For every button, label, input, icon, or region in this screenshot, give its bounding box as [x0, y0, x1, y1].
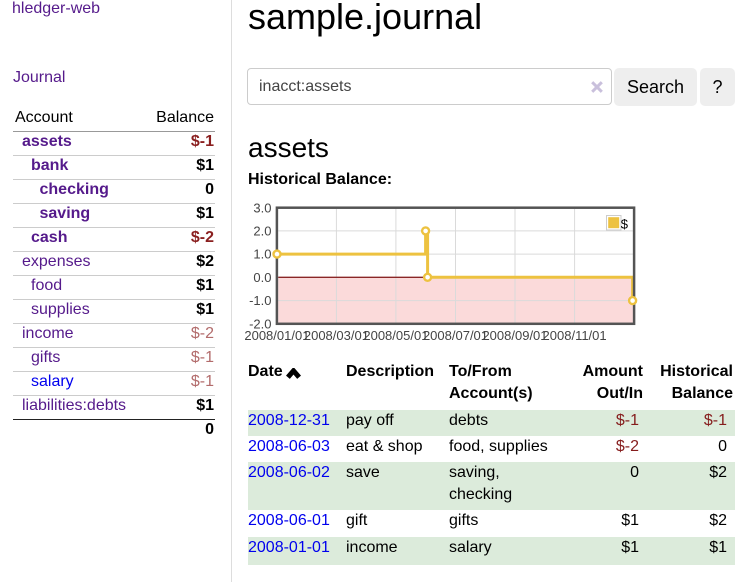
svg-text:0.0: 0.0 — [253, 270, 271, 285]
svg-text:2008/11/01: 2008/11/01 — [543, 328, 607, 343]
svg-text:1.0: 1.0 — [253, 247, 271, 262]
svg-text:3.0: 3.0 — [253, 200, 271, 215]
svg-text:2008/05/01: 2008/05/01 — [363, 328, 428, 343]
svg-text:2008/07/01: 2008/07/01 — [423, 328, 488, 343]
svg-text:2008/03/01: 2008/03/01 — [304, 328, 369, 343]
svg-text:2008/01/01: 2008/01/01 — [244, 328, 309, 343]
svg-text:2.0: 2.0 — [253, 224, 271, 239]
svg-text:$: $ — [621, 216, 629, 231]
svg-text:-1.0: -1.0 — [249, 293, 271, 308]
svg-text:2008/09/01: 2008/09/01 — [482, 328, 547, 343]
